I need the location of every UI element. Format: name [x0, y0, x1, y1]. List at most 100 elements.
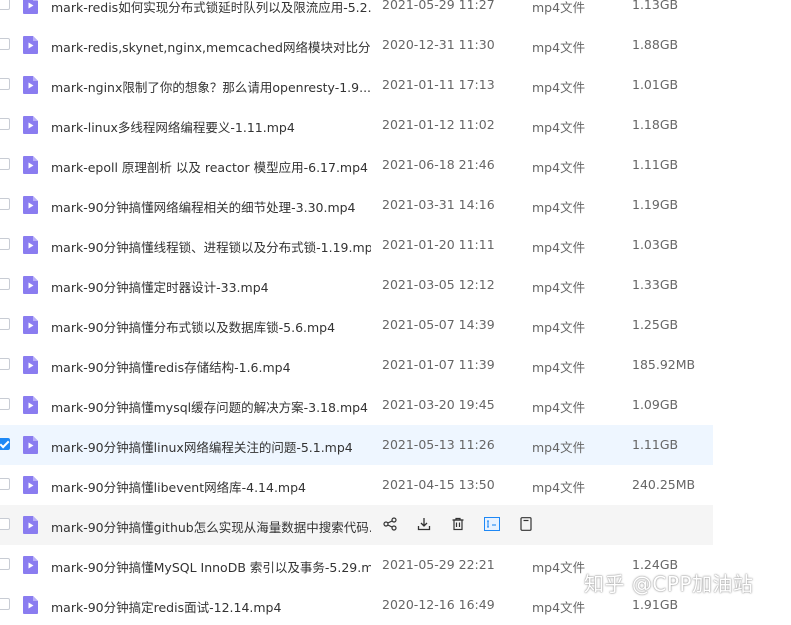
file-date: 2021-01-12 11:02 — [382, 117, 495, 132]
file-name[interactable]: mark-90分钟搞懂MySQL InnoDB 索引以及事务-5.29.m... — [51, 557, 371, 576]
row-checkbox[interactable] — [0, 0, 10, 10]
file-date: 2021-06-18 21:46 — [382, 157, 495, 172]
file-type: mp4文件 — [532, 360, 586, 375]
row-checkbox[interactable] — [0, 598, 10, 610]
file-row[interactable]: mark-linux多线程网络编程要义-1.11.mp4 2021-01-12 1… — [0, 105, 713, 145]
file-size: 1.11GB — [632, 157, 679, 172]
row-checkbox[interactable] — [0, 478, 10, 490]
file-name[interactable]: mark-redis如何实现分布式锁延时队列以及限流应用-5.2... — [51, 0, 371, 16]
file-type: mp4文件 — [532, 440, 586, 455]
file-type: mp4文件 — [532, 120, 586, 135]
file-row[interactable]: mark-90分钟搞懂分布式锁以及数据库锁-5.6.mp4 2021-05-07 … — [0, 305, 713, 345]
file-size: 185.92MB — [632, 357, 696, 372]
file-size: 1.33GB — [632, 277, 679, 292]
file-size: 1.18GB — [632, 117, 679, 132]
file-row[interactable]: mark-90分钟搞懂mysql缓存问题的解决方案-3.18.mp4 2021-0… — [0, 385, 713, 425]
row-checkbox[interactable] — [0, 38, 10, 50]
file-size: 1.91GB — [632, 597, 679, 612]
file-type: mp4文件 — [532, 240, 586, 255]
file-date: 2021-05-29 22:21 — [382, 557, 495, 572]
watermark: 知乎 @CPP加油站 — [584, 572, 754, 596]
file-size: 1.19GB — [632, 197, 679, 212]
file-date: 2021-03-20 19:45 — [382, 397, 495, 412]
video-file-icon — [23, 156, 38, 174]
video-file-icon — [23, 316, 38, 334]
file-size: 1.01GB — [632, 77, 679, 92]
file-row[interactable]: mark-nginx限制了你的想象？那么请用openresty-1.9.... 2… — [0, 65, 713, 105]
video-file-icon — [23, 116, 38, 134]
file-row[interactable]: mark-90分钟搞懂redis存储结构-1.6.mp4 2021-01-07 1… — [0, 345, 713, 385]
file-name[interactable]: mark-linux多线程网络编程要义-1.11.mp4 — [51, 117, 371, 136]
row-checkbox[interactable] — [0, 158, 10, 170]
file-type: mp4文件 — [532, 40, 586, 55]
file-name[interactable]: mark-epoll 原理剖析 以及 reactor 模型应用-6.17.mp4 — [51, 157, 371, 176]
delete-icon[interactable] — [449, 515, 467, 533]
file-name[interactable]: mark-90分钟搞懂redis存储结构-1.6.mp4 — [51, 357, 371, 376]
row-checkbox[interactable] — [0, 118, 10, 130]
file-name[interactable]: mark-90分钟搞定redis面试-12.14.mp4 — [51, 597, 371, 616]
video-file-icon — [23, 356, 38, 374]
file-type: mp4文件 — [532, 560, 586, 575]
file-row[interactable]: mark-redis,skynet,nginx,memcached网络模块对比分… — [0, 25, 713, 65]
more-icon[interactable] — [517, 515, 535, 533]
row-checkbox[interactable] — [0, 198, 10, 210]
row-checkbox[interactable] — [0, 318, 10, 330]
rename-icon[interactable] — [483, 515, 501, 533]
file-name[interactable]: mark-nginx限制了你的想象？那么请用openresty-1.9.... — [51, 77, 371, 96]
file-size: 240.25MB — [632, 477, 696, 492]
file-row[interactable]: mark-90分钟搞懂linux网络编程关注的问题-5.1.mp4 2021-05… — [0, 425, 713, 465]
row-checkbox[interactable] — [0, 518, 10, 530]
file-name[interactable]: mark-90分钟搞懂linux网络编程关注的问题-5.1.mp4 — [51, 437, 371, 456]
file-type: mp4文件 — [532, 160, 586, 175]
row-checkbox[interactable] — [0, 358, 10, 370]
file-type: mp4文件 — [532, 480, 586, 495]
file-row[interactable]: mark-90分钟搞懂libevent网络库-4.14.mp4 2021-04-1… — [0, 465, 713, 505]
file-row[interactable]: mark-90分钟搞懂线程锁、进程锁以及分布式锁-1.19.mp4 2021-01… — [0, 225, 713, 265]
file-size: 1.25GB — [632, 317, 679, 332]
file-row[interactable]: mark-epoll 原理剖析 以及 reactor 模型应用-6.17.mp4… — [0, 145, 713, 185]
file-name[interactable]: mark-90分钟搞懂定时器设计-33.mp4 — [51, 277, 371, 296]
file-date: 2021-01-20 11:11 — [382, 237, 495, 252]
file-date: 2021-04-15 13:50 — [382, 477, 495, 492]
file-name[interactable]: mark-redis,skynet,nginx,memcached网络模块对比分… — [51, 37, 371, 56]
file-row[interactable]: mark-90分钟搞懂网络编程相关的细节处理-3.30.mp4 2021-03-3… — [0, 185, 713, 225]
file-type: mp4文件 — [532, 280, 586, 295]
file-size: 1.88GB — [632, 37, 679, 52]
row-checkbox[interactable] — [0, 398, 10, 410]
file-row[interactable]: mark-90分钟搞懂定时器设计-33.mp4 2021-03-05 12:12 m… — [0, 265, 713, 305]
video-file-icon — [23, 556, 38, 574]
row-checkbox[interactable] — [0, 78, 10, 90]
file-date: 2021-03-31 14:16 — [382, 197, 495, 212]
file-size: 1.09GB — [632, 397, 679, 412]
file-name[interactable]: mark-90分钟搞懂mysql缓存问题的解决方案-3.18.mp4 — [51, 397, 371, 416]
video-file-icon — [23, 476, 38, 494]
file-type: mp4文件 — [532, 400, 586, 415]
row-checkbox[interactable] — [0, 558, 10, 570]
file-name[interactable]: mark-90分钟搞懂github怎么实现从海量数据中搜索代码... — [51, 517, 371, 536]
file-type: mp4文件 — [532, 80, 586, 95]
video-file-icon — [23, 596, 38, 614]
row-checkbox[interactable] — [0, 438, 10, 450]
file-name[interactable]: mark-90分钟搞懂分布式锁以及数据库锁-5.6.mp4 — [51, 317, 371, 336]
file-type: mp4文件 — [532, 600, 586, 615]
video-file-icon — [23, 36, 38, 54]
video-file-icon — [23, 196, 38, 214]
video-file-icon — [23, 516, 38, 534]
file-name[interactable]: mark-90分钟搞懂libevent网络库-4.14.mp4 — [51, 477, 371, 496]
file-row[interactable]: mark-90分钟搞懂github怎么实现从海量数据中搜索代码... — [0, 505, 713, 545]
file-name[interactable]: mark-90分钟搞懂网络编程相关的细节处理-3.30.mp4 — [51, 197, 371, 216]
file-row[interactable]: mark-redis如何实现分布式锁延时队列以及限流应用-5.2... 2021-… — [0, 0, 713, 25]
file-date: 2021-05-29 11:27 — [382, 0, 495, 12]
file-date: 2020-12-16 16:49 — [382, 597, 495, 612]
share-icon[interactable] — [381, 515, 399, 533]
download-icon[interactable] — [415, 515, 433, 533]
file-name[interactable]: mark-90分钟搞懂线程锁、进程锁以及分布式锁-1.19.mp4 — [51, 237, 371, 256]
file-date: 2021-01-07 11:39 — [382, 357, 495, 372]
file-date: 2021-05-13 11:26 — [382, 437, 495, 452]
file-size: 1.11GB — [632, 437, 679, 452]
video-file-icon — [23, 0, 38, 14]
video-file-icon — [23, 276, 38, 294]
video-file-icon — [23, 236, 38, 254]
row-checkbox[interactable] — [0, 278, 10, 290]
row-checkbox[interactable] — [0, 238, 10, 250]
